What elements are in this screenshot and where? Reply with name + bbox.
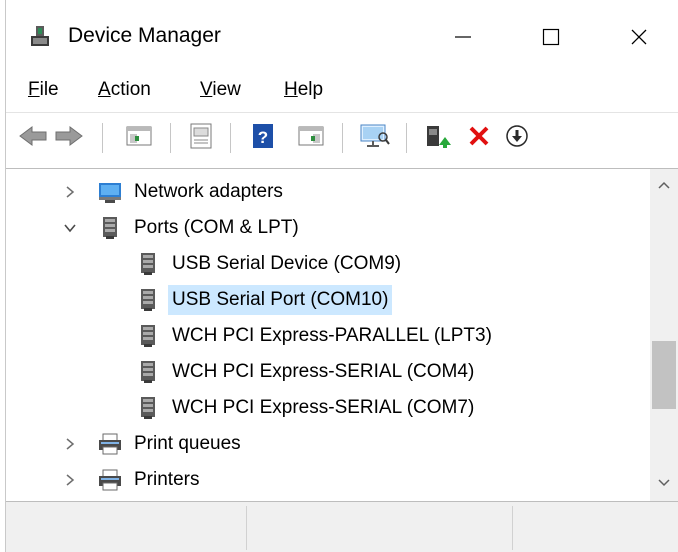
svg-text:?: ? <box>258 128 268 147</box>
menu-bar: File Action View Help <box>6 76 678 112</box>
toolbar-separator <box>102 123 103 153</box>
toolbar-separator <box>342 123 343 153</box>
tree-node-usb-serial-port-com10[interactable]: USB Serial Port (COM10) <box>134 283 393 317</box>
scroll-up-button[interactable] <box>650 169 678 203</box>
status-divider <box>512 506 513 550</box>
close-button[interactable] <box>610 14 668 60</box>
chevron-down-icon[interactable] <box>62 220 78 236</box>
window-title: Device Manager <box>68 24 221 47</box>
printer-icon <box>96 467 124 493</box>
back-button[interactable] <box>16 121 50 155</box>
printer-icon <box>96 431 124 457</box>
uninstall-device-icon <box>467 124 491 153</box>
help-icon: ? <box>251 123 275 154</box>
action-pane-button[interactable] <box>294 121 328 155</box>
tree-node-label: WCH PCI Express-SERIAL (COM4) <box>172 361 475 382</box>
help-button[interactable]: ? <box>246 121 280 155</box>
maximize-button[interactable] <box>522 14 580 60</box>
status-divider <box>246 506 247 550</box>
tree-node-label: Ports (COM & LPT) <box>134 217 299 238</box>
scan-hardware-icon <box>359 123 391 154</box>
tree-node-label: USB Serial Port (COM10) <box>168 285 393 315</box>
menu-help[interactable]: Help <box>284 77 323 103</box>
forward-button[interactable] <box>52 121 86 155</box>
menu-view[interactable]: View <box>200 77 241 103</box>
properties-sheet-icon <box>189 123 213 154</box>
port-connector-icon <box>134 251 162 277</box>
tree-node-ports[interactable]: Ports (COM & LPT) <box>62 211 303 245</box>
tree-node-label: WCH PCI Express-SERIAL (COM7) <box>172 397 475 418</box>
tree-node-network-adapters[interactable]: Network adapters <box>62 175 287 209</box>
uninstall-device-button[interactable] <box>462 121 496 155</box>
tree-node-print-queues[interactable]: Print queues <box>62 427 245 461</box>
back-arrow-icon <box>18 125 48 152</box>
tree-node-label: USB Serial Device (COM9) <box>172 253 402 274</box>
port-connector-icon <box>134 359 162 385</box>
toolbar: ? <box>6 113 678 163</box>
minimize-button[interactable] <box>434 14 492 60</box>
menu-action[interactable]: Action <box>98 77 151 103</box>
scroll-thumb[interactable] <box>652 341 676 409</box>
chevron-right-icon[interactable] <box>62 184 78 200</box>
port-connector-icon <box>96 215 124 241</box>
disable-device-button[interactable] <box>500 121 534 155</box>
tree-node-wch-serial-com7[interactable]: WCH PCI Express-SERIAL (COM7) <box>134 391 478 425</box>
toolbar-separator <box>230 123 231 153</box>
update-driver-icon <box>423 123 451 154</box>
tree-node-label: Print queues <box>134 433 241 454</box>
port-connector-icon <box>134 395 162 421</box>
port-connector-icon <box>134 323 162 349</box>
toolbar-separator <box>170 123 171 153</box>
status-bar <box>6 502 678 552</box>
tree-node-wch-serial-com4[interactable]: WCH PCI Express-SERIAL (COM4) <box>134 355 478 389</box>
menu-file[interactable]: File <box>28 77 59 103</box>
forward-arrow-icon <box>54 125 84 152</box>
scroll-down-button[interactable] <box>650 467 678 501</box>
device-manager-app-icon <box>28 24 52 48</box>
port-connector-icon <box>134 287 162 313</box>
tree-node-usb-serial-device-com9[interactable]: USB Serial Device (COM9) <box>134 247 405 281</box>
tree-node-label: Network adapters <box>134 181 283 202</box>
device-manager-window: Device Manager File Action View Help ? N… <box>5 0 678 552</box>
tree-node-label: WCH PCI Express-PARALLEL (LPT3) <box>172 325 492 346</box>
chevron-down-icon <box>657 475 671 493</box>
properties-button[interactable] <box>184 121 218 155</box>
tree-node-label: Printers <box>134 469 200 490</box>
vertical-scrollbar[interactable] <box>650 169 678 501</box>
update-driver-button[interactable] <box>420 121 454 155</box>
chevron-up-icon <box>657 177 671 195</box>
device-tree[interactable]: Network adapters Ports (COM & LPT) USB S… <box>6 168 678 502</box>
toolbar-separator <box>406 123 407 153</box>
chevron-right-icon[interactable] <box>62 472 78 488</box>
show-hide-console-tree-button[interactable] <box>122 121 156 155</box>
scan-hardware-button[interactable] <box>358 121 392 155</box>
tree-node-printers[interactable]: Printers <box>62 463 203 497</box>
title-bar[interactable]: Device Manager <box>6 0 678 76</box>
chevron-right-icon[interactable] <box>62 436 78 452</box>
network-adapter-icon <box>96 179 124 205</box>
disable-device-icon <box>505 124 529 153</box>
action-pane-icon <box>298 125 324 152</box>
show-hide-console-tree-icon <box>126 125 152 152</box>
tree-node-wch-parallel-lpt3[interactable]: WCH PCI Express-PARALLEL (LPT3) <box>134 319 496 353</box>
